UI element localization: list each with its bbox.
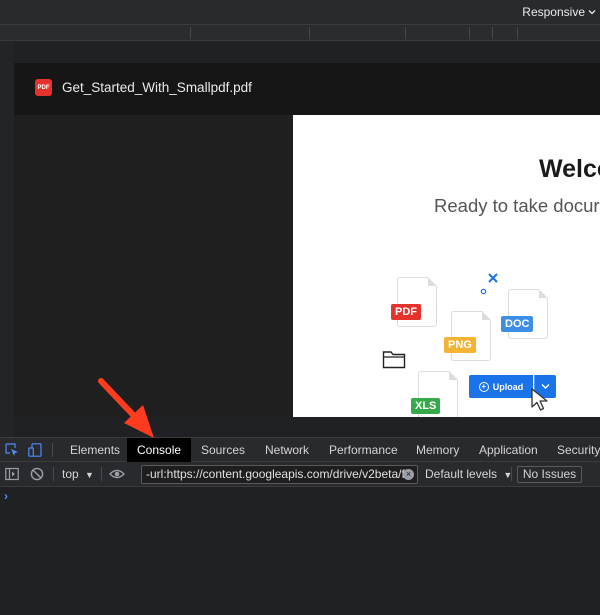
page-heading: Welco: [539, 155, 600, 183]
pdf-viewer-header: PDF Get_Started_With_Smallpdf.pdf: [14, 63, 600, 115]
sparkle-x-icon: [488, 273, 498, 283]
device-toolbar: Responsive: [0, 0, 600, 25]
tab-elements[interactable]: Elements: [70, 438, 120, 462]
sparkle-circle-icon: [480, 288, 487, 295]
ruler-tick: [517, 27, 518, 39]
caret-down-icon: ▼: [85, 470, 94, 480]
levels-label: Default levels: [425, 467, 498, 481]
toolbar-divider: [101, 467, 102, 481]
responsive-label: Responsive: [522, 5, 585, 19]
responsive-dropdown[interactable]: Responsive: [522, 5, 596, 19]
ruler-tick: [309, 27, 310, 39]
pdf-viewer: PDF Get_Started_With_Smallpdf.pdf Welco …: [14, 63, 600, 417]
pdf-file-icon: PDF: [35, 79, 52, 96]
tab-performance[interactable]: Performance: [329, 438, 398, 462]
upload-button[interactable]: + Upload: [469, 375, 533, 398]
ruler-tick: [405, 27, 406, 39]
issues-button[interactable]: No Issues: [517, 466, 582, 483]
log-levels-dropdown[interactable]: Default levels ▼: [425, 467, 512, 481]
toolbar-divider: [53, 467, 54, 481]
filter-value: -url:https://content.googleapis.com/driv…: [146, 467, 411, 481]
device-toggle-icon[interactable]: [28, 443, 42, 457]
console-prompt-icon: ›: [4, 489, 8, 503]
ruler-tick: [469, 27, 470, 39]
tab-console[interactable]: Console: [127, 438, 192, 462]
sidebar-toggle-icon[interactable]: [5, 467, 19, 481]
page-subheading: Ready to take docur: [434, 195, 600, 216]
clear-console-icon[interactable]: [30, 467, 44, 481]
ruler-tick: [492, 27, 493, 39]
tab-sources[interactable]: Sources: [201, 438, 245, 462]
pdf-page: Welco Ready to take docur PDF DOC PNG XL…: [293, 115, 600, 417]
inspect-element-icon[interactable]: [5, 443, 19, 457]
upload-label: Upload: [492, 381, 524, 392]
folder-icon: [382, 351, 406, 369]
xls-tag: XLS: [411, 398, 441, 414]
plus-icon: +: [478, 381, 489, 392]
devtools-tab-bar: Elements Console Sources Network Perform…: [0, 437, 600, 462]
doc-tag: DOC: [501, 316, 534, 332]
tab-application[interactable]: Application: [479, 438, 538, 462]
viewport-gutter: [0, 41, 14, 437]
eye-icon[interactable]: [109, 467, 125, 481]
cursor-pointer-icon: [531, 388, 548, 411]
context-selector[interactable]: top ▼: [62, 467, 94, 481]
console-toolbar: top ▼ -url:https://content.googleapis.co…: [0, 462, 600, 487]
tab-security[interactable]: Security: [557, 438, 600, 462]
tab-network[interactable]: Network: [265, 438, 309, 462]
clear-filter-icon[interactable]: ×: [403, 469, 414, 480]
pdf-filename: Get_Started_With_Smallpdf.pdf: [62, 80, 252, 95]
toolbar-divider: [511, 467, 512, 481]
png-tag: PNG: [444, 337, 476, 353]
context-label: top: [62, 467, 79, 481]
console-filter-input[interactable]: -url:https://content.googleapis.com/driv…: [141, 465, 418, 484]
tab-memory[interactable]: Memory: [416, 438, 459, 462]
toolbar-divider: [52, 443, 53, 457]
ruler-tick: [190, 27, 191, 39]
chevron-down-icon: [588, 10, 596, 15]
console-output[interactable]: ›: [0, 487, 600, 615]
screen: Responsive PDF Get_Started_With_Smallpdf…: [0, 0, 600, 615]
png-doc-illustration: [451, 311, 491, 361]
pdf-tag: PDF: [391, 304, 421, 320]
media-query-ruler: [0, 25, 600, 41]
